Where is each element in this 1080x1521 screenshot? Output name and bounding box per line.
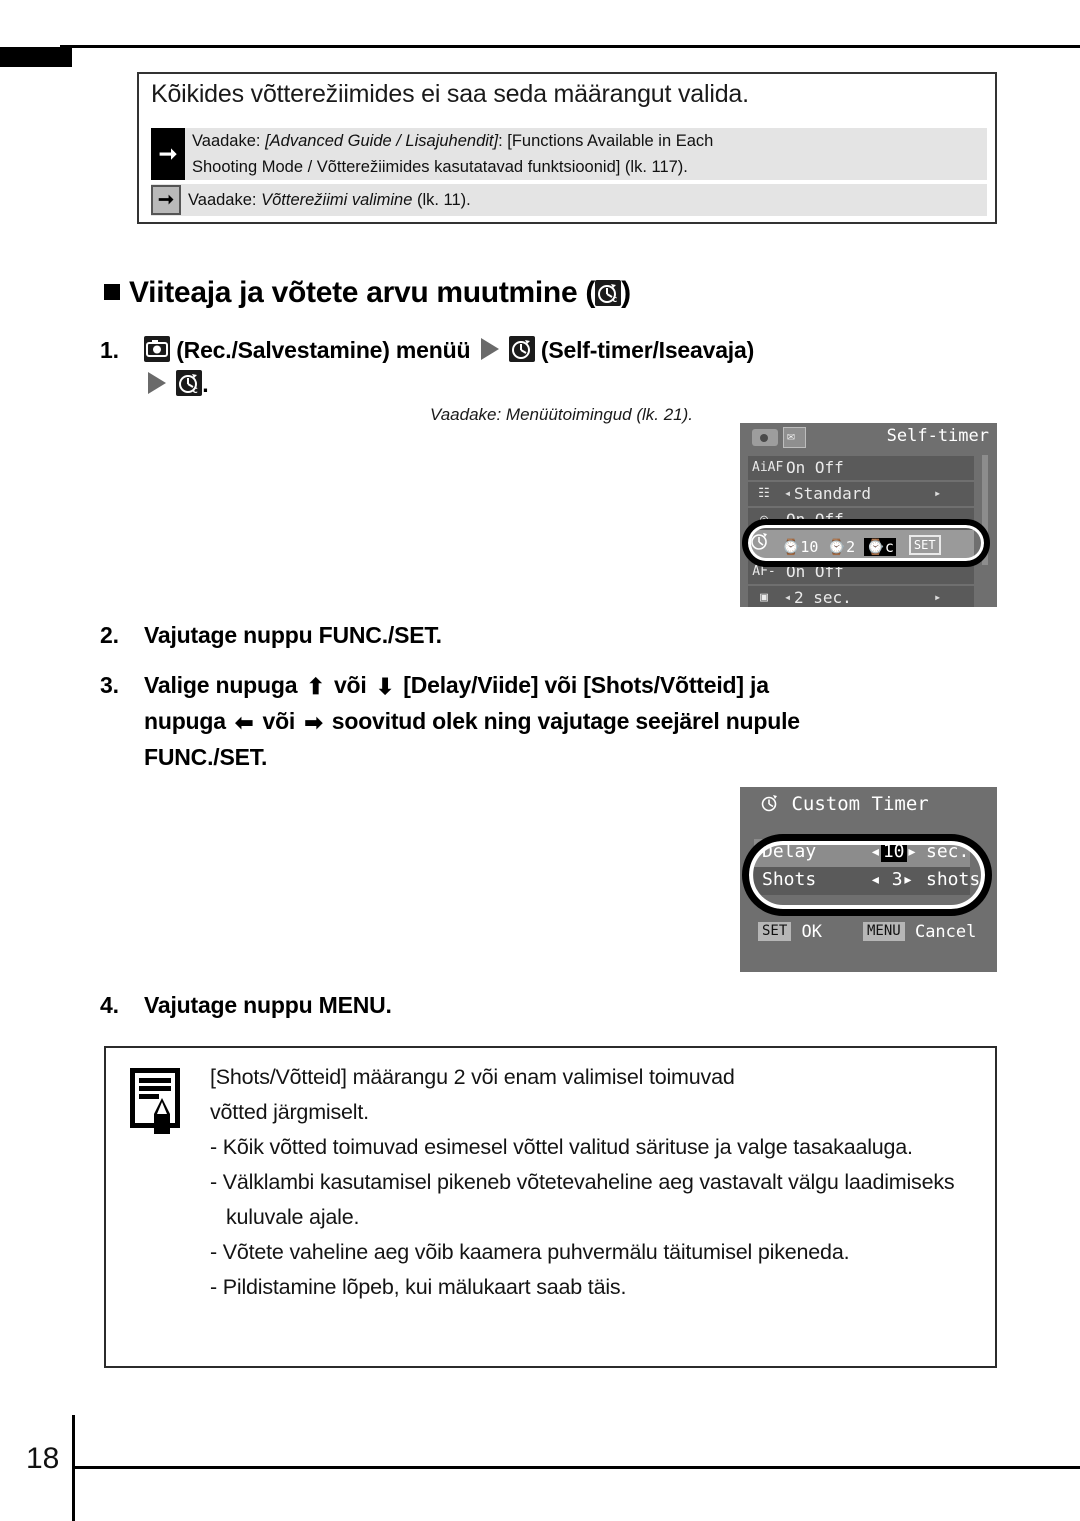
step1-text-1: (Rec./Salvestamine) menüü bbox=[176, 337, 471, 363]
self-timer-icon bbox=[508, 336, 535, 362]
lcd-custom-timer-title: Custom Timer bbox=[760, 793, 929, 818]
step-body: (Rec./Salvestamine) menüü (Self-timer/Is… bbox=[144, 333, 980, 401]
step1-text-2: (Self-timer/Iseavaja) bbox=[540, 337, 755, 363]
right-arrow-icon[interactable]: ▸ bbox=[934, 486, 941, 500]
step3-text-1: Valige nupuga bbox=[144, 672, 298, 698]
ref-prefix: Vaadake: bbox=[192, 132, 266, 150]
ref-suffix: (lk. 11). bbox=[412, 191, 471, 209]
square-bullet-icon bbox=[104, 284, 120, 300]
wrench-tab-icon[interactable]: ✉ bbox=[783, 427, 806, 448]
step-number: 2. bbox=[100, 622, 119, 648]
section-heading-text: Viiteaja ja võtete arvu muutmine ( bbox=[129, 276, 596, 309]
camera-tab-icon[interactable] bbox=[752, 429, 778, 446]
step3-text-6: soovitud olek ning vajutage seejärel nup… bbox=[331, 708, 800, 734]
lcd-row-value: Standard bbox=[794, 484, 872, 503]
highlight-ellipse-selftimer bbox=[742, 519, 990, 567]
footer-horizontal-rule bbox=[72, 1466, 1080, 1469]
set-key-label: OK bbox=[801, 922, 823, 942]
lcd-title-text: Custom Timer bbox=[791, 793, 929, 815]
ref-suffix: : [Functions Available in Each bbox=[498, 132, 714, 150]
header-rule bbox=[60, 45, 1080, 48]
note-bullet: - Välklambi kasutamisel pikeneb võteteva… bbox=[210, 1165, 980, 1235]
self-timer-icon bbox=[760, 793, 780, 818]
step-4: 4. Vajutage nuppu MENU. bbox=[100, 988, 980, 1022]
reference-row-shooting-mode: ➞ Vaadake: Võtterežiimi valimine (lk. 11… bbox=[151, 184, 987, 216]
custom-timer-icon: c bbox=[595, 280, 622, 306]
caution-box: Kõikides võtterežiimides ei saa seda mää… bbox=[137, 72, 997, 224]
step-3: 3. Valige nupuga ⬆ või ⬇ [Delay/Viide] v… bbox=[100, 668, 980, 774]
custom-timer-icon: c bbox=[176, 370, 203, 396]
lcd-row-aiaf[interactable]: AiAF On Off bbox=[748, 456, 974, 480]
step3-text-7: FUNC./SET. bbox=[144, 744, 268, 770]
page-edge-tab bbox=[0, 47, 72, 67]
menu-key-badge[interactable]: MENU bbox=[862, 922, 905, 941]
lcd-row-value: 2 sec. bbox=[794, 588, 852, 607]
caution-title: Kõikides võtterežiimides ei saa seda mää… bbox=[151, 80, 749, 108]
triangle-right-icon bbox=[148, 372, 166, 394]
arrow-up-icon: ⬆ bbox=[306, 674, 325, 699]
arrow-left-icon: ⬅ bbox=[235, 710, 254, 735]
aiaf-label: AiAF bbox=[752, 460, 784, 475]
note-bullet: - Kõik võtted toimuvad esimesel võttel v… bbox=[210, 1130, 980, 1165]
note-text: [Shots/Võtteid] määrangu 2 või enam vali… bbox=[210, 1060, 980, 1305]
note-intro-2: võtted järgmiselt. bbox=[210, 1100, 369, 1124]
triangle-right-icon bbox=[480, 338, 499, 360]
lcd-title: Self-timer bbox=[886, 426, 989, 446]
reference-text: Vaadake: [Advanced Guide / Lisajuhendit]… bbox=[185, 128, 713, 180]
step-body: Valige nupuga ⬆ või ⬇ [Delay/Viide] või … bbox=[144, 668, 980, 774]
note-bullet-text: - Pildistamine lõpeb, kui mälukaart saab… bbox=[210, 1275, 627, 1299]
note-bullet-text: - Kõik võtted toimuvad esimesel võttel v… bbox=[210, 1135, 913, 1159]
step-number: 4. bbox=[100, 992, 119, 1018]
highlight-ellipse-custom-timer bbox=[742, 834, 992, 916]
note-bullet: - Pildistamine lõpeb, kui mälukaart saab… bbox=[210, 1270, 980, 1305]
page-number: 18 bbox=[26, 1442, 60, 1475]
arrow-right-icon: ➡ bbox=[304, 710, 323, 735]
step-1: 1. (Rec./Salvestamine) menüü (Self-timer… bbox=[100, 333, 980, 401]
arrow-right-icon: ➞ bbox=[151, 185, 181, 215]
ref-italic: Võtterežiimi valimine bbox=[261, 191, 413, 209]
left-arrow-icon[interactable]: ◂ bbox=[784, 590, 791, 604]
ref-line2: Shooting Mode / Võtterežiimides kasutata… bbox=[192, 158, 688, 176]
note-bullet-text: - Võtete vaheline aeg võib kaamera puhve… bbox=[210, 1240, 850, 1264]
svg-text:c: c bbox=[612, 295, 617, 305]
lcd-footer-keys: SET OK MENU Cancel bbox=[758, 922, 976, 942]
menu-operations-reference: Vaadake: Menüütoimingud (lk. 21). bbox=[430, 405, 694, 424]
step3-text-3: [Delay/Viide] või [Shots/Võtteid] ja bbox=[403, 672, 769, 698]
menu-key-label: Cancel bbox=[914, 922, 977, 942]
step3-text-5: või bbox=[262, 708, 296, 734]
step-number: 1. bbox=[100, 337, 119, 363]
note-bullet-text: - Välklambi kasutamisel pikeneb võteteva… bbox=[210, 1170, 955, 1229]
right-arrow-icon[interactable]: ▸ bbox=[934, 590, 941, 604]
set-key-badge[interactable]: SET bbox=[758, 922, 792, 941]
note-box: [Shots/Võtteid] määrangu 2 või enam vali… bbox=[104, 1046, 997, 1368]
af-frame-icon: ☷ bbox=[758, 486, 770, 501]
section-heading-close: ) bbox=[621, 276, 631, 309]
rec-camera-icon bbox=[144, 336, 170, 362]
section-heading: Viiteaja ja võtete arvu muutmine ( c ) bbox=[104, 276, 904, 310]
step-body: Vajutage nuppu MENU. bbox=[144, 992, 392, 1018]
lcd-row-value: On Off bbox=[786, 458, 844, 477]
svg-text:c: c bbox=[192, 385, 198, 396]
step-body: Vajutage nuppu FUNC./SET. bbox=[144, 622, 442, 648]
step-number: 3. bbox=[100, 672, 119, 698]
lcd-tabbar: ✉ Self-timer bbox=[740, 423, 997, 453]
review-icon: ▣ bbox=[760, 590, 768, 605]
lcd-row-afframe[interactable]: ☷ ◂ Standard ▸ bbox=[748, 482, 974, 506]
lcd-row-review[interactable]: ▣ ◂ 2 sec. ▸ bbox=[748, 586, 974, 607]
step1-text-3: . bbox=[202, 371, 209, 397]
arrow-down-icon: ⬇ bbox=[375, 674, 395, 699]
step3-text-2: või bbox=[333, 672, 367, 698]
step3-text-4: nupuga bbox=[144, 708, 226, 734]
step-2: 2. Vajutage nuppu FUNC./SET. bbox=[100, 618, 980, 652]
lcd-screenshot-selftimer-menu: ✉ Self-timer AiAF On Off ☷ ◂ Standard ▸ … bbox=[740, 423, 997, 607]
reference-row-advanced-guide: ➞ Vaadake: [Advanced Guide / Lisajuhendi… bbox=[151, 128, 987, 180]
note-intro-1: [Shots/Võtteid] määrangu 2 või enam vali… bbox=[210, 1065, 735, 1089]
reference-text: Vaadake: Võtterežiimi valimine (lk. 11). bbox=[181, 184, 471, 216]
arrow-right-icon: ➞ bbox=[151, 128, 185, 180]
note-bullet: - Võtete vaheline aeg võib kaamera puhve… bbox=[210, 1235, 980, 1270]
left-arrow-icon[interactable]: ◂ bbox=[784, 486, 791, 500]
ref-prefix: Vaadake: bbox=[188, 191, 262, 209]
memo-pencil-icon bbox=[128, 1066, 190, 1138]
ref-italic: [Advanced Guide / Lisajuhendit] bbox=[265, 132, 499, 150]
